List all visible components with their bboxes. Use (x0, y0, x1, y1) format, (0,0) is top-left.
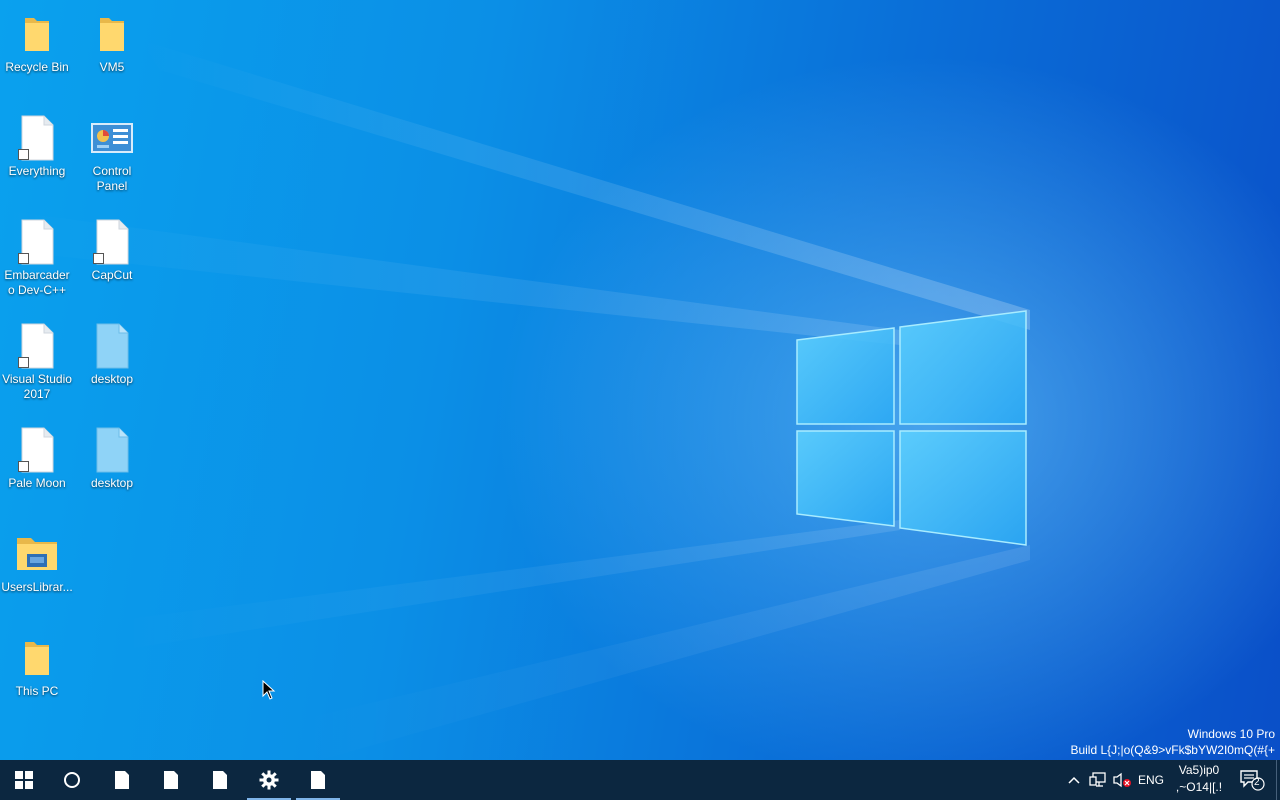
desktop-icon-capcut[interactable]: CapCut (75, 212, 149, 283)
chevron-up-icon (1068, 776, 1080, 784)
desktop-icon-vm5[interactable]: VM5 (75, 4, 149, 75)
network-icon (1089, 772, 1106, 787)
volume-muted-icon (1113, 772, 1131, 788)
shortcut-arrow-icon (18, 253, 29, 264)
desktop-icon-this-pc[interactable]: This PC (0, 628, 74, 699)
desktop-icon-users-library[interactable]: UsersLibrar... (0, 524, 74, 595)
shortcut-arrow-icon (18, 357, 29, 368)
desktop-icon-pale-moon[interactable]: Pale Moon (0, 420, 74, 491)
windows-logo-icon (15, 771, 33, 789)
blue-file-icon (88, 426, 136, 474)
mouse-cursor-icon (262, 680, 276, 700)
desktop-icon-label: UsersLibrar... (1, 580, 73, 594)
desktop-icon-label: Visual Studio 2017 (2, 372, 72, 401)
shortcut-arrow-icon (93, 253, 104, 264)
desktop-icon-label: This PC (15, 684, 59, 698)
desktop-icon-label: Pale Moon (8, 476, 66, 490)
start-button[interactable] (0, 760, 48, 800)
desktop-icon-dev-cpp[interactable]: Embarcadero Dev-C++ (0, 212, 74, 298)
control-panel-icon (88, 114, 136, 162)
desktop-icon-desktop-1[interactable]: desktop (75, 316, 149, 387)
taskbar-app-file-1[interactable] (98, 760, 146, 800)
clock-line-2: ,~O14|[.! (1175, 780, 1223, 794)
wallpaper-art (0, 40, 1030, 760)
desktop-icon-label: CapCut (91, 268, 133, 282)
file-shortcut-icon (88, 218, 136, 266)
file-shortcut-icon (13, 426, 61, 474)
desktop-icon-label: Recycle Bin (5, 60, 69, 74)
windows-watermark: Windows 10 Pro Build L{J;|o(Q&9>vFk$bYW2… (1070, 726, 1275, 758)
taskbar-app-file-4[interactable] (294, 760, 342, 800)
file-shortcut-icon (13, 114, 61, 162)
windows-logo-art (796, 310, 1027, 546)
taskbar-app-file-3[interactable] (196, 760, 244, 800)
network-tray-button[interactable] (1087, 760, 1109, 800)
folder-icon (13, 10, 61, 58)
file-shortcut-icon (13, 218, 61, 266)
desktop-icon-label: Everything (8, 164, 66, 178)
action-center-icon (1240, 770, 1265, 791)
gear-icon (259, 770, 279, 790)
taskbar: ENG Va5)ip0 ,~O14|[.! 2 (0, 760, 1280, 800)
desktop-icon-visual-studio[interactable]: Visual Studio 2017 (0, 316, 74, 402)
language-indicator[interactable]: ENG (1136, 760, 1166, 800)
cortana-circle-icon (64, 772, 80, 788)
desktop-icon-desktop-2[interactable]: desktop (75, 420, 149, 491)
blue-file-icon (88, 322, 136, 370)
desktop-background[interactable]: Recycle Bin VM5 Everything Control Panel… (0, 0, 1280, 760)
show-hidden-icons-button[interactable] (1064, 760, 1084, 800)
show-desktop-button[interactable] (1276, 760, 1280, 800)
desktop-icon-control-panel[interactable]: Control Panel (75, 108, 149, 194)
watermark-edition: Windows 10 Pro (1187, 727, 1275, 741)
shortcut-arrow-icon (18, 461, 29, 472)
file-icon (213, 771, 227, 789)
volume-tray-button[interactable] (1111, 760, 1133, 800)
folder-icon (88, 10, 136, 58)
taskbar-app-file-2[interactable] (147, 760, 195, 800)
desktop-icon-everything[interactable]: Everything (0, 108, 74, 179)
desktop-icon-recycle-bin[interactable]: Recycle Bin (0, 4, 74, 75)
desktop-icon-label: VM5 (99, 60, 125, 74)
library-folder-icon (13, 530, 61, 578)
folder-icon (13, 634, 61, 682)
desktop-icon-label: desktop (90, 476, 134, 490)
desktop-icon-label: Control Panel (92, 164, 132, 193)
clock-button[interactable]: Va5)ip0 ,~O14|[.! (1170, 762, 1228, 798)
language-label: ENG (1137, 773, 1164, 787)
desktop-icon-label: desktop (90, 372, 134, 386)
clock-line-1: Va5)ip0 (1178, 763, 1220, 777)
file-shortcut-icon (13, 322, 61, 370)
file-icon (115, 771, 129, 789)
notification-count-badge: 2 (1254, 777, 1260, 788)
watermark-build: Build L{J;|o(Q&9>vFk$bYW2I0mQ(#{+ (1070, 743, 1275, 757)
search-button[interactable] (48, 760, 96, 800)
file-icon (311, 771, 325, 789)
action-center-button[interactable]: 2 (1232, 760, 1272, 800)
taskbar-app-settings[interactable] (245, 760, 293, 800)
desktop-icon-label: Embarcadero Dev-C++ (4, 268, 70, 297)
shortcut-arrow-icon (18, 149, 29, 160)
file-icon (164, 771, 178, 789)
